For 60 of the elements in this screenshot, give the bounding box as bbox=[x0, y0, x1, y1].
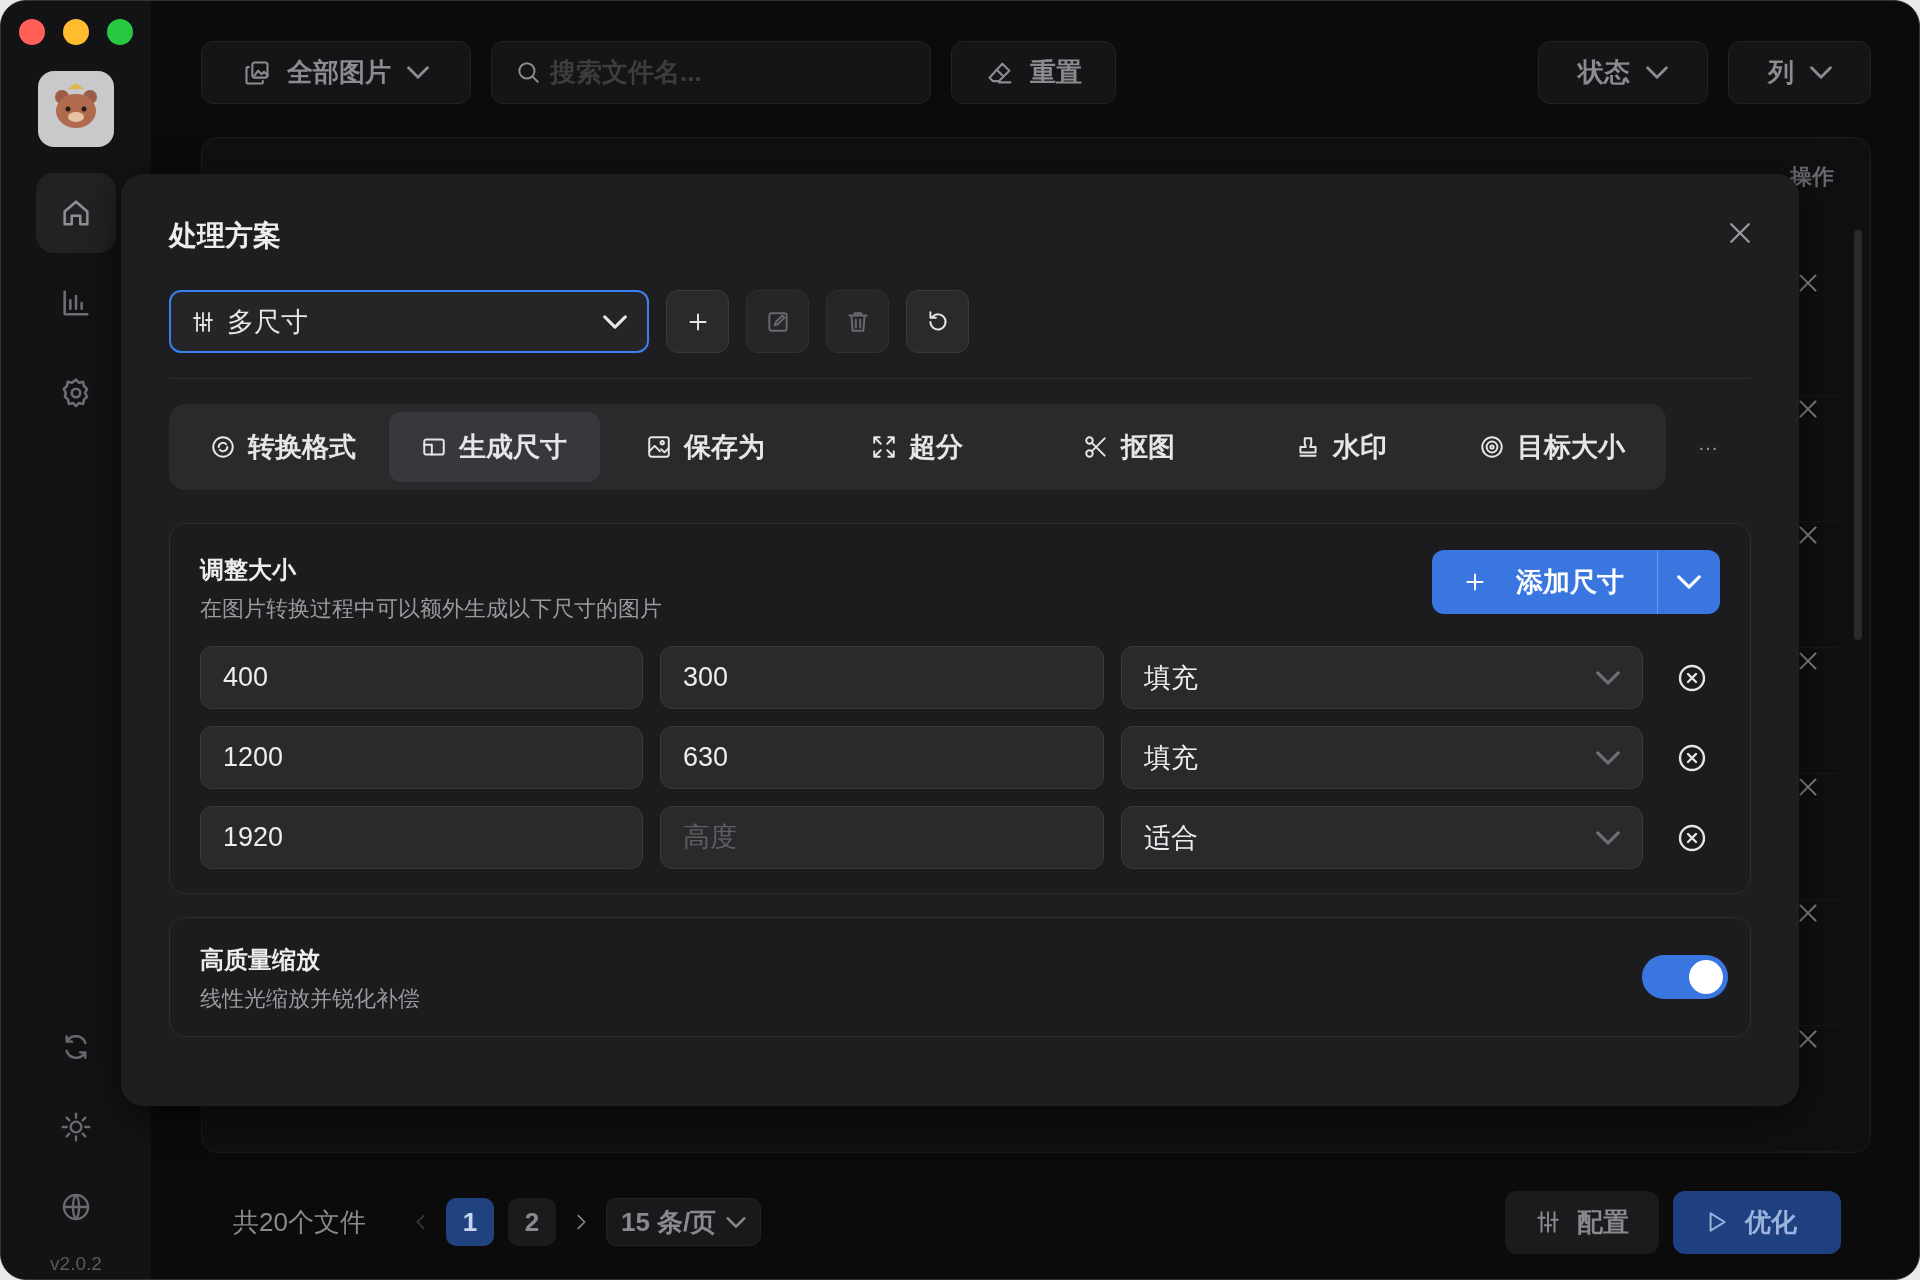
caret-icon bbox=[1809, 66, 1832, 79]
caret-icon bbox=[407, 66, 429, 79]
columns-dropdown[interactable]: 列 bbox=[1728, 41, 1871, 104]
caret-icon bbox=[1677, 575, 1701, 589]
preset-dropdown[interactable]: 多尺寸 bbox=[169, 290, 649, 353]
reset-button[interactable] bbox=[906, 290, 969, 353]
caret-icon bbox=[1596, 670, 1620, 685]
width-field[interactable]: 400 bbox=[200, 646, 643, 709]
fit-mode-dropdown[interactable]: 填充 bbox=[1121, 646, 1643, 709]
fit-mode-dropdown[interactable]: 适合 bbox=[1121, 806, 1643, 869]
tab[interactable]: 水印 bbox=[1234, 412, 1447, 482]
sliders-icon bbox=[191, 309, 215, 334]
setting-title: 高质量缩放 bbox=[200, 945, 321, 975]
filter-dropdown[interactable]: 全部图片 bbox=[201, 41, 471, 104]
file-count: 共20个文件 bbox=[233, 1205, 366, 1239]
width-field[interactable]: 1920 bbox=[200, 806, 643, 869]
expand-icon bbox=[871, 434, 898, 460]
close-window-button[interactable] bbox=[19, 19, 45, 45]
height-field[interactable]: 630 bbox=[660, 726, 1104, 789]
tab[interactable]: 转换格式 bbox=[177, 412, 389, 482]
width-field[interactable]: 1200 bbox=[200, 726, 643, 789]
tab[interactable]: 超分 bbox=[811, 412, 1024, 482]
config-button[interactable]: 配置 bbox=[1505, 1190, 1659, 1254]
version-label: v2.0.2 bbox=[50, 1253, 102, 1275]
image-icon bbox=[646, 434, 673, 460]
add-size-button[interactable]: 添加尺寸 bbox=[1432, 550, 1658, 614]
tab[interactable]: 生成尺寸 bbox=[388, 412, 601, 482]
page-button[interactable]: 2 bbox=[507, 1198, 556, 1246]
height-field[interactable]: 300 bbox=[660, 646, 1104, 709]
zoom-window-button[interactable] bbox=[107, 19, 133, 45]
section-title: 调整大小 bbox=[200, 555, 297, 585]
sidebar-item[interactable] bbox=[36, 173, 116, 253]
reset-button[interactable]: 重置 bbox=[951, 41, 1116, 104]
minimize-window-button[interactable] bbox=[63, 19, 89, 45]
more-button[interactable]: ··· bbox=[1692, 429, 1724, 465]
status-dropdown[interactable]: 状态 bbox=[1538, 41, 1708, 104]
optimize-button[interactable]: 优化 bbox=[1673, 1190, 1841, 1254]
page-size-dropdown[interactable]: 15 条/页 bbox=[605, 1198, 762, 1246]
tab[interactable]: 目标大小 bbox=[1446, 412, 1658, 482]
setting-description: 线性光缩放并锐化补偿 bbox=[200, 985, 420, 1013]
sun-icon bbox=[60, 1111, 92, 1143]
caret-icon bbox=[603, 314, 627, 329]
caret-icon bbox=[1596, 750, 1620, 765]
fit-mode-dropdown[interactable]: 填充 bbox=[1121, 726, 1643, 789]
caret-icon bbox=[1646, 66, 1668, 79]
caret-icon bbox=[726, 1216, 747, 1228]
app-logo-icon bbox=[38, 71, 114, 147]
tab[interactable]: 抠图 bbox=[1023, 412, 1235, 482]
scrollbar[interactable] bbox=[1854, 230, 1862, 640]
tab[interactable]: 保存为 bbox=[600, 412, 812, 482]
images-icon bbox=[243, 58, 271, 87]
page-button[interactable]: 1 bbox=[445, 1198, 494, 1246]
toggle-switch[interactable] bbox=[1642, 955, 1728, 999]
target-icon bbox=[1479, 434, 1506, 460]
section-description: 在图片转换过程中可以额外生成以下尺寸的图片 bbox=[200, 595, 662, 623]
convert-icon bbox=[209, 434, 236, 460]
dialog-title: 处理方案 bbox=[169, 219, 281, 253]
globe-icon bbox=[60, 1191, 92, 1223]
sliders-icon bbox=[1535, 1209, 1561, 1235]
caret-icon bbox=[1596, 830, 1620, 845]
